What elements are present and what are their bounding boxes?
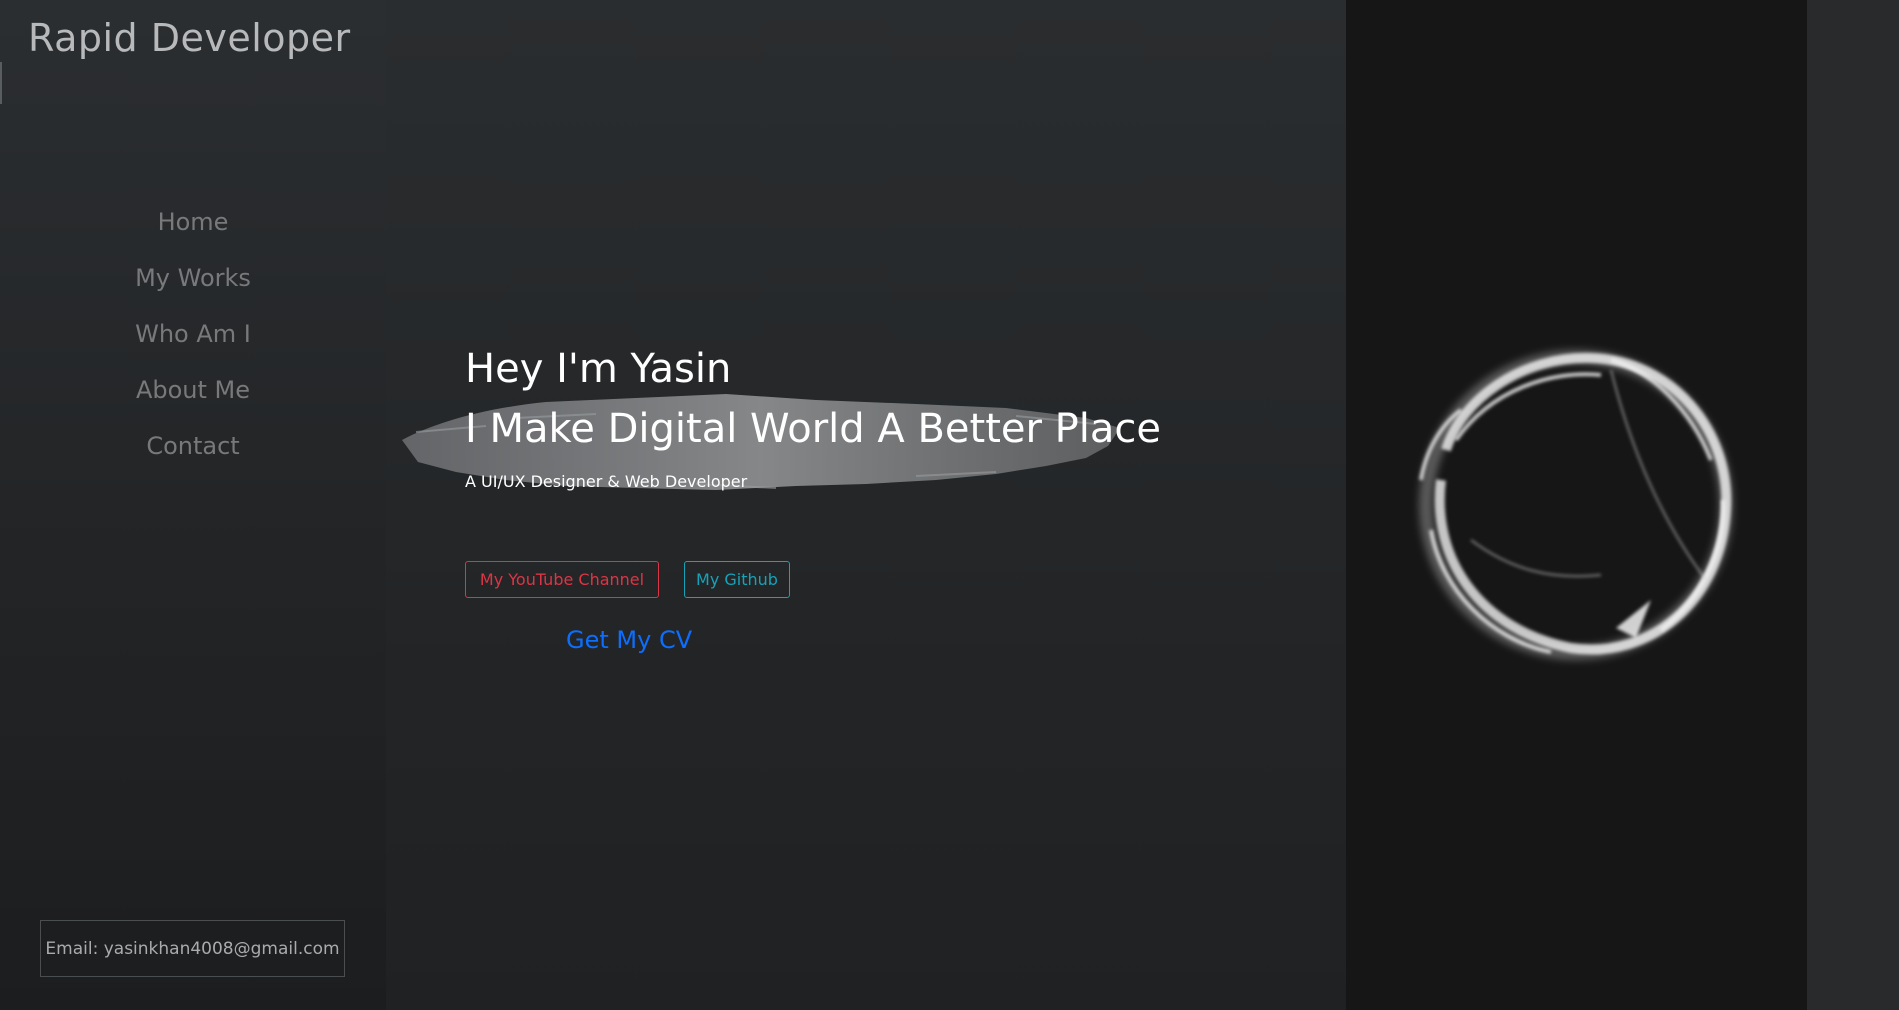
- main-nav: Home My Works Who Am I About Me Contact: [0, 194, 386, 474]
- nav-item-about-me[interactable]: About Me: [0, 362, 386, 418]
- page: Rapid Developer Home My Works Who Am I A…: [0, 0, 1899, 1010]
- hero-section: Hey I'm Yasin I Make Digital World A Bet…: [386, 0, 1346, 1010]
- sidebar: Rapid Developer Home My Works Who Am I A…: [0, 0, 386, 1010]
- sidebar-edge-marker: [0, 62, 2, 104]
- smoke-ring-image: [1419, 350, 1733, 660]
- right-edge-strip: [1807, 0, 1899, 1010]
- email-box: Email: yasinkhan4008@gmail.com: [40, 920, 345, 977]
- hero-greeting: Hey I'm Yasin: [465, 346, 732, 392]
- nav-item-my-works[interactable]: My Works: [0, 250, 386, 306]
- brand-title[interactable]: Rapid Developer: [28, 16, 351, 60]
- youtube-channel-button[interactable]: My YouTube Channel: [465, 561, 659, 598]
- nav-item-home[interactable]: Home: [0, 194, 386, 250]
- hero-image-panel: [1346, 0, 1807, 1010]
- hero-tagline: I Make Digital World A Better Place: [465, 406, 1161, 452]
- hero-subtitle: A UI/UX Designer & Web Developer: [465, 472, 748, 491]
- github-button[interactable]: My Github: [684, 561, 790, 598]
- get-cv-link[interactable]: Get My CV: [566, 626, 692, 654]
- nav-item-who-am-i[interactable]: Who Am I: [0, 306, 386, 362]
- nav-item-contact[interactable]: Contact: [0, 418, 386, 474]
